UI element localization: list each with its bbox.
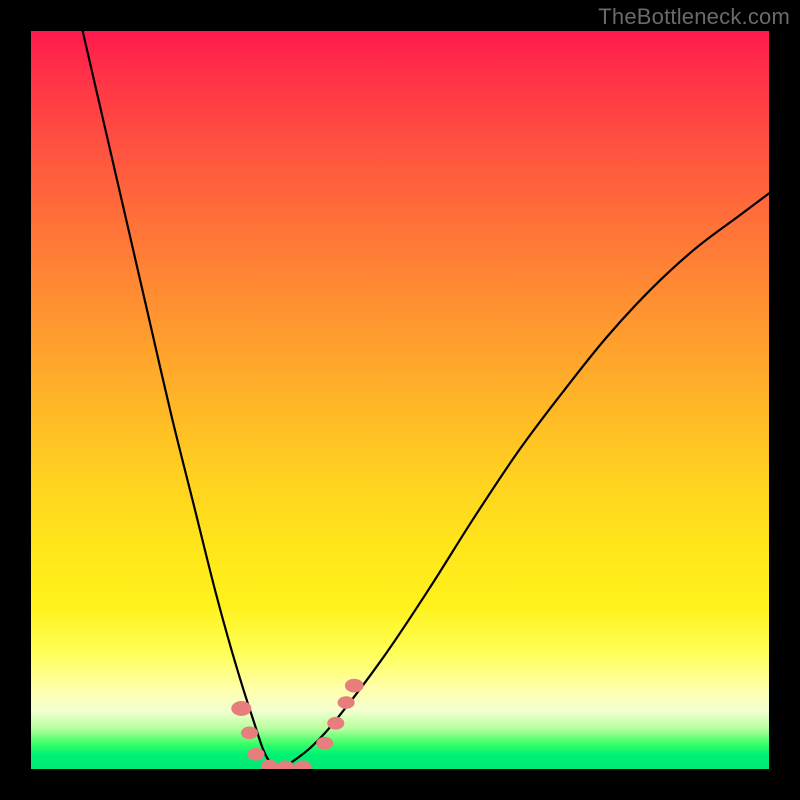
valley-marker	[241, 727, 258, 740]
valley-marker	[327, 717, 344, 730]
valley-marker	[345, 679, 364, 693]
valley-marker	[231, 701, 251, 716]
valley-marker	[316, 737, 333, 750]
curve-svg	[31, 31, 769, 769]
valley-marker	[294, 760, 311, 769]
watermark-text: TheBottleneck.com	[598, 4, 790, 30]
chart-frame: TheBottleneck.com	[0, 0, 800, 800]
valley-markers	[231, 679, 363, 769]
valley-marker	[261, 760, 278, 769]
valley-marker	[338, 696, 355, 709]
curve-left-branch	[83, 31, 282, 769]
valley-marker	[248, 748, 265, 761]
plot-area	[31, 31, 769, 769]
